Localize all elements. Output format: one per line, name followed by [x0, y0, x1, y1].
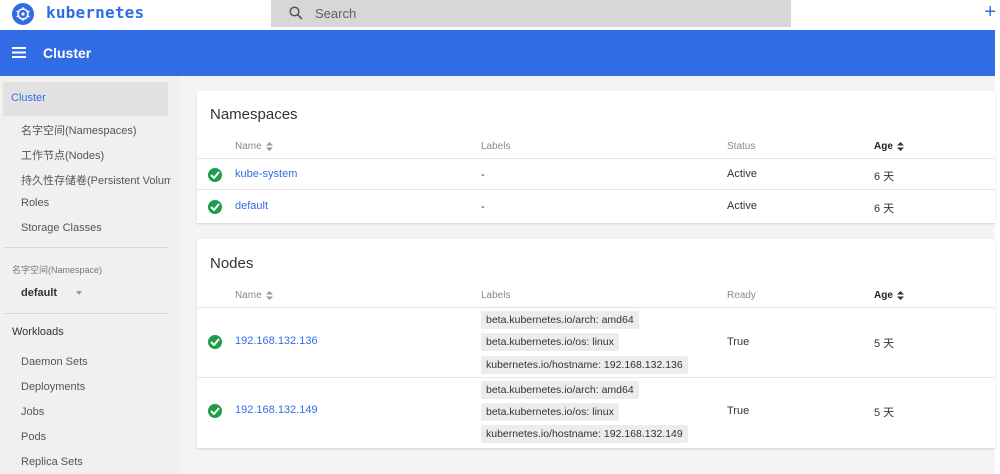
column-header-name[interactable]: Name: [235, 141, 273, 152]
search-icon: [289, 6, 303, 20]
sort-icon[interactable]: [265, 290, 273, 300]
label-chip: beta.kubernetes.io/os: linux: [481, 333, 619, 351]
kubernetes-logo-icon[interactable]: [12, 3, 34, 25]
ready-cell: True: [727, 405, 750, 417]
column-header-age[interactable]: Age: [874, 290, 904, 301]
column-header-age[interactable]: Age: [874, 141, 904, 152]
label-chip: beta.kubernetes.io/os: linux: [481, 403, 619, 421]
table-divider: [197, 189, 995, 190]
sort-icon[interactable]: [896, 290, 904, 300]
sidebar-item-nodes[interactable]: 工作节点(Nodes): [21, 147, 171, 163]
sidebar-item-roles[interactable]: Roles: [21, 197, 171, 209]
column-header-label: Age: [874, 290, 893, 301]
namespaces-card: Namespaces Name Labels Status Age kube-s…: [197, 91, 995, 223]
sidebar-divider: [3, 247, 168, 248]
sidebar-item-cluster[interactable]: Cluster: [3, 82, 168, 116]
column-header-labels: Labels: [481, 290, 511, 301]
label-chip: beta.kubernetes.io/arch: amd64: [481, 311, 639, 329]
label-chip: beta.kubernetes.io/arch: amd64: [481, 381, 639, 399]
create-plus-button[interactable]: +: [984, 0, 996, 24]
age-cell: 6 天: [874, 203, 895, 215]
status-ok-icon: [208, 200, 222, 214]
namespace-select[interactable]: default: [21, 287, 57, 299]
namespace-link[interactable]: kube-system: [235, 168, 297, 180]
node-link[interactable]: 192.168.132.149: [235, 404, 318, 416]
status-ok-icon: [208, 335, 222, 349]
age-cell: 5 天: [874, 407, 895, 419]
sidebar-item-namespaces[interactable]: 名字空间(Namespaces): [21, 122, 171, 138]
sidebar-item-jobs[interactable]: Jobs: [21, 406, 171, 418]
age-cell: 6 天: [874, 171, 895, 183]
namespace-selector-label: 名字空间(Namespace): [12, 265, 103, 275]
table-divider: [197, 377, 995, 378]
status-cell: Active: [727, 200, 757, 212]
sort-icon[interactable]: [265, 141, 273, 151]
page-header: Cluster: [0, 30, 995, 76]
sidebar-divider: [3, 313, 168, 314]
column-header-ready: Ready: [727, 290, 756, 301]
nodes-title: Nodes: [210, 255, 254, 272]
sidebar: Cluster 名字空间(Namespaces) 工作节点(Nodes) 持久性…: [0, 76, 180, 474]
sidebar-item-daemon-sets[interactable]: Daemon Sets: [21, 356, 171, 368]
status-cell: Active: [727, 168, 757, 180]
column-header-labels: Labels: [481, 141, 511, 152]
column-header-label: Name: [235, 141, 262, 152]
menu-icon[interactable]: [12, 47, 26, 58]
sidebar-item-persistent-volumes[interactable]: 持久性存储卷(Persistent Volumes): [21, 172, 171, 188]
status-ok-icon: [208, 168, 222, 182]
page-title: Cluster: [43, 45, 92, 61]
namespace-link[interactable]: default: [235, 200, 268, 212]
search-bar[interactable]: [271, 0, 791, 27]
sidebar-item-deployments[interactable]: Deployments: [21, 381, 171, 393]
column-header-status: Status: [727, 141, 756, 152]
table-divider: [197, 158, 995, 159]
node-link[interactable]: 192.168.132.136: [235, 335, 318, 347]
ready-cell: True: [727, 336, 750, 348]
age-cell: 5 天: [874, 338, 895, 350]
scrollbar-track[interactable]: [995, 30, 1000, 474]
status-ok-icon: [208, 404, 222, 418]
nodes-card: Nodes Name Labels Ready Age beta.kuberne…: [197, 239, 995, 448]
label-chip: kubernetes.io/hostname: 192.168.132.136: [481, 356, 688, 374]
chevron-down-icon[interactable]: [76, 291, 82, 295]
table-divider: [197, 307, 995, 308]
namespaces-title: Namespaces: [210, 106, 298, 123]
column-header-label: Name: [235, 290, 262, 301]
label-chip: kubernetes.io/hostname: 192.168.132.149: [481, 425, 688, 443]
top-bar: kubernetes +: [0, 0, 1000, 30]
labels-cell: -: [481, 169, 485, 181]
column-header-name[interactable]: Name: [235, 290, 273, 301]
sidebar-item-pods[interactable]: Pods: [21, 431, 171, 443]
sidebar-item-storage-classes[interactable]: Storage Classes: [21, 222, 171, 234]
column-header-label: Age: [874, 141, 893, 152]
sort-icon[interactable]: [896, 141, 904, 151]
search-input[interactable]: [315, 4, 775, 22]
sidebar-item-replica-sets[interactable]: Replica Sets: [21, 456, 171, 468]
sidebar-item-label: Cluster: [11, 92, 46, 104]
sidebar-section-workloads[interactable]: Workloads: [12, 326, 64, 338]
brand-title[interactable]: kubernetes: [46, 3, 144, 22]
labels-cell: -: [481, 201, 485, 213]
